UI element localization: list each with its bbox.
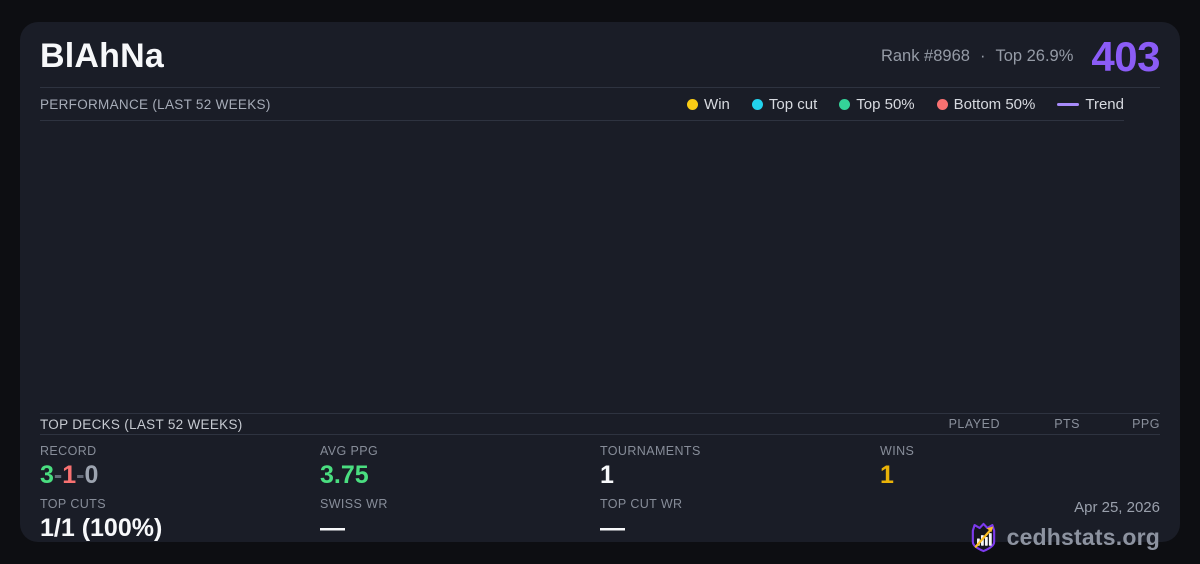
legend-label: Win (704, 95, 730, 113)
trend-line-icon (1057, 102, 1080, 106)
legend-item-top-cut: Top cut (751, 95, 818, 113)
stat-avg-ppg: AVG PPG 3.75 (320, 444, 600, 497)
column-played: PLAYED (948, 417, 1000, 431)
top-cut-wr-value: — (600, 513, 625, 542)
record-losses: 1 (62, 461, 77, 489)
legend-item-top-50: Top 50% (839, 95, 915, 113)
legend-item-bottom-50: Bottom 50% (936, 95, 1036, 113)
record-dash: - (53, 461, 63, 489)
header-right: Rank #8968 · Top 26.9% 403 (881, 32, 1161, 80)
stat-label: AVG PPG (320, 444, 379, 458)
top-decks-heading: TOP DECKS (LAST 52 WEEKS) (40, 416, 243, 432)
record-draws: 0 (84, 461, 99, 489)
stat-label: SWISS WR (320, 496, 388, 511)
wins-value: 1 (880, 461, 894, 489)
stat-label: TOP CUTS (40, 496, 106, 511)
top-50-dot-icon (839, 98, 851, 110)
performance-chart-area (40, 121, 1160, 413)
legend-label: Bottom 50% (953, 95, 1036, 113)
rank-line: Rank #8968 · Top 26.9% (881, 47, 1073, 66)
stat-label: TOURNAMENTS (600, 444, 701, 458)
performance-heading: PERFORMANCE (LAST 52 WEEKS) (40, 96, 271, 112)
stat-record: RECORD 3-1-0 (40, 444, 320, 497)
stat-label: RECORD (40, 444, 97, 458)
generated-date: Apr 25, 2026 (1074, 498, 1160, 516)
legend-item-trend: Trend (1057, 96, 1124, 113)
percentile-text: Top 26.9% (995, 47, 1074, 65)
win-dot-icon (687, 98, 699, 110)
stats-grid: RECORD 3-1-0 AVG PPG 3.75 TOURNAMENTS 1 … (40, 435, 1160, 554)
legend-label: Top cut (768, 95, 818, 113)
brand-row: cedhstats.org (880, 521, 1160, 554)
tournaments-value: 1 (600, 461, 614, 489)
legend-label: Trend (1085, 95, 1124, 113)
stat-top-cut-wr: TOP CUT WR — (600, 497, 880, 554)
cedhstats-logo-icon (968, 521, 999, 554)
legend-item-win: Win (687, 96, 730, 113)
stat-wins: WINS 1 (880, 444, 1160, 497)
stat-label: WINS (880, 444, 915, 458)
stat-tournaments: TOURNAMENTS 1 (600, 444, 880, 497)
player-stats-card: BlAhNa Rank #8968 · Top 26.9% 403 PERFOR… (20, 22, 1180, 552)
record-value: 3-1-0 (40, 461, 320, 490)
rank-text: Rank #8968 (880, 47, 970, 65)
top-cuts-value: 1/1 (100%) (40, 513, 163, 542)
avg-ppg-value: 3.75 (320, 461, 369, 489)
card-footer: Apr 25, 2026 cedhstats.org (880, 497, 1160, 554)
column-ppg: PPG (1132, 417, 1160, 431)
points-value: 403 (1091, 32, 1160, 80)
swiss-wr-value: — (320, 513, 345, 542)
top-decks-header-row: TOP DECKS (LAST 52 WEEKS) PLAYED PTS PPG (40, 413, 1160, 435)
bottom-50-dot-icon (936, 98, 948, 110)
chart-legend: Win Top cut Top 50% Bottom 50% Trend (687, 96, 1124, 113)
column-pts: PTS (1054, 417, 1080, 431)
performance-header-row: PERFORMANCE (LAST 52 WEEKS) Win Top cut … (40, 88, 1124, 121)
stat-top-cuts: TOP CUTS 1/1 (100%) (40, 497, 320, 554)
player-name: BlAhNa (40, 37, 164, 75)
stat-label: TOP CUT WR (600, 496, 683, 511)
stat-swiss-wr: SWISS WR — (320, 497, 600, 554)
card-header: BlAhNa Rank #8968 · Top 26.9% 403 (40, 22, 1160, 88)
record-wins: 3 (40, 461, 54, 489)
legend-label: Top 50% (856, 95, 915, 113)
rank-separator: · (979, 47, 986, 65)
top-decks-columns: PLAYED PTS PPG (920, 417, 1160, 431)
site-name: cedhstats.org (1006, 523, 1160, 550)
top-cut-dot-icon (751, 98, 763, 110)
